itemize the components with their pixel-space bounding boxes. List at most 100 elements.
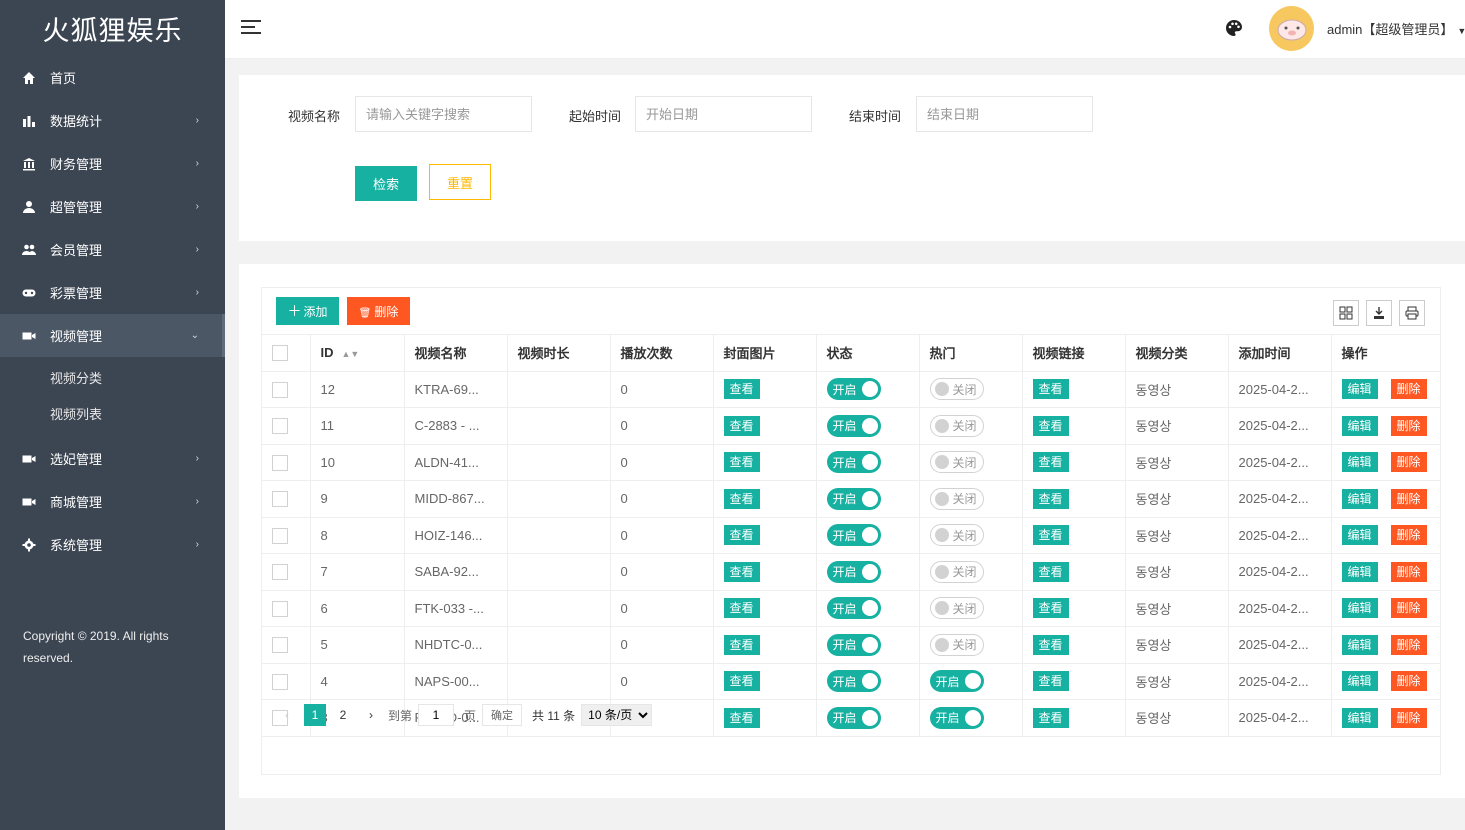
delete-button[interactable]: 删除 xyxy=(1390,671,1427,692)
status-toggle[interactable]: 开启 xyxy=(826,414,881,437)
delete-button[interactable]: 删除 xyxy=(1390,525,1427,546)
view-cover-button[interactable]: 查看 xyxy=(723,488,760,509)
menu-toggle-icon[interactable] xyxy=(241,20,261,36)
goto-page-input[interactable] xyxy=(418,704,455,726)
view-cover-button[interactable]: 查看 xyxy=(723,452,760,473)
add-button[interactable]: ＋添加 xyxy=(276,297,339,325)
view-link-button[interactable]: 查看 xyxy=(1032,415,1069,436)
row-checkbox[interactable] xyxy=(272,418,288,435)
status-toggle[interactable]: 开启 xyxy=(826,633,881,656)
sidebar-item[interactable]: 超管管理 › xyxy=(0,185,225,228)
view-link-button[interactable]: 查看 xyxy=(1032,525,1069,546)
view-link-button[interactable]: 查看 xyxy=(1032,452,1069,473)
goto-confirm-button[interactable]: 确定 xyxy=(482,704,523,726)
view-link-button[interactable]: 查看 xyxy=(1032,598,1069,619)
prev-page-button[interactable]: ‹ xyxy=(276,704,298,726)
view-cover-button[interactable]: 查看 xyxy=(723,671,760,692)
row-checkbox[interactable] xyxy=(272,454,288,471)
end-date-input[interactable] xyxy=(916,96,1093,132)
start-date-input[interactable] xyxy=(635,96,812,132)
sidebar-item[interactable]: 财务管理 › xyxy=(0,142,225,185)
edit-button[interactable]: 编辑 xyxy=(1341,525,1378,546)
row-checkbox[interactable] xyxy=(272,600,288,617)
hot-toggle[interactable]: 关闭 xyxy=(929,487,984,510)
search-button[interactable]: 检索 xyxy=(355,166,417,201)
sidebar-item[interactable]: 系统管理 › xyxy=(0,523,225,566)
view-cover-button[interactable]: 查看 xyxy=(723,415,760,436)
sidebar-item[interactable]: 选妃管理 › xyxy=(0,437,225,480)
select-all-checkbox[interactable] xyxy=(272,345,288,362)
status-toggle[interactable]: 开启 xyxy=(826,670,881,693)
page-button-2[interactable]: 2 xyxy=(332,704,354,726)
export-icon[interactable] xyxy=(1366,300,1392,326)
hot-toggle[interactable]: 关闭 xyxy=(929,560,984,583)
view-cover-button[interactable]: 查看 xyxy=(723,634,760,655)
row-checkbox[interactable] xyxy=(272,381,288,398)
batch-delete-button[interactable]: 🗑 删除 xyxy=(347,297,410,325)
edit-button[interactable]: 编辑 xyxy=(1341,452,1378,473)
view-cover-button[interactable]: 查看 xyxy=(723,379,760,400)
hot-toggle[interactable]: 关闭 xyxy=(929,451,984,474)
hot-toggle[interactable]: 关闭 xyxy=(929,414,984,437)
status-toggle[interactable]: 开启 xyxy=(826,524,881,547)
sort-icon[interactable]: ▲▼ xyxy=(342,349,360,359)
page-button-1[interactable]: 1 xyxy=(304,704,326,726)
edit-button[interactable]: 编辑 xyxy=(1341,634,1378,655)
delete-button[interactable]: 删除 xyxy=(1390,379,1427,400)
hot-toggle[interactable]: 关闭 xyxy=(929,524,984,547)
column-header[interactable]: ID ▲▼ xyxy=(310,335,405,372)
sidebar-item[interactable]: 彩票管理 › xyxy=(0,271,225,314)
edit-button[interactable]: 编辑 xyxy=(1341,561,1378,582)
view-link-button[interactable]: 查看 xyxy=(1032,561,1069,582)
avatar[interactable] xyxy=(1269,6,1314,51)
view-cover-button[interactable]: 查看 xyxy=(723,598,760,619)
user-menu[interactable]: admin【超级管理员】 ▼ xyxy=(1327,19,1465,38)
columns-filter-icon[interactable] xyxy=(1333,300,1359,326)
edit-button[interactable]: 编辑 xyxy=(1341,671,1378,692)
view-link-button[interactable]: 查看 xyxy=(1032,634,1069,655)
delete-button[interactable]: 删除 xyxy=(1390,598,1427,619)
delete-button[interactable]: 删除 xyxy=(1390,452,1427,473)
view-link-button[interactable]: 查看 xyxy=(1032,671,1069,692)
sidebar-item[interactable]: 数据统计 › xyxy=(0,99,225,142)
row-checkbox[interactable] xyxy=(272,491,288,508)
sidebar-item[interactable]: 视频管理 ⌄ xyxy=(0,314,225,357)
row-checkbox[interactable] xyxy=(272,527,288,544)
sidebar-item[interactable]: 商城管理 › xyxy=(0,480,225,523)
reset-button[interactable]: 重置 xyxy=(429,164,491,200)
status-toggle[interactable]: 开启 xyxy=(826,487,881,510)
theme-palette-icon[interactable] xyxy=(1225,19,1243,37)
sidebar-item[interactable]: 首页 xyxy=(0,56,225,99)
view-link-button[interactable]: 查看 xyxy=(1032,488,1069,509)
view-link-button[interactable]: 查看 xyxy=(1032,379,1069,400)
view-cover-button[interactable]: 查看 xyxy=(723,561,760,582)
next-page-button[interactable]: › xyxy=(360,704,382,726)
delete-button[interactable]: 删除 xyxy=(1390,634,1427,655)
row-checkbox[interactable] xyxy=(272,564,288,581)
hot-toggle[interactable]: 关闭 xyxy=(929,597,984,620)
hot-toggle[interactable]: 关闭 xyxy=(929,633,984,656)
video-name-input[interactable] xyxy=(355,96,532,132)
edit-button[interactable]: 编辑 xyxy=(1341,598,1378,619)
app-logo[interactable]: 火狐狸娱乐 xyxy=(0,0,225,56)
hot-toggle[interactable]: 关闭 xyxy=(929,378,984,401)
delete-button[interactable]: 删除 xyxy=(1390,561,1427,582)
status-toggle[interactable]: 开启 xyxy=(826,560,881,583)
edit-button[interactable]: 编辑 xyxy=(1341,488,1378,509)
delete-button[interactable]: 删除 xyxy=(1390,415,1427,436)
status-toggle[interactable]: 开启 xyxy=(826,597,881,620)
hot-toggle[interactable]: 开启 xyxy=(929,670,984,693)
submenu-item[interactable]: 视频分类 xyxy=(0,361,225,397)
row-checkbox[interactable] xyxy=(272,673,288,690)
row-checkbox[interactable] xyxy=(272,637,288,654)
edit-button[interactable]: 编辑 xyxy=(1341,415,1378,436)
sidebar-item[interactable]: 会员管理 › xyxy=(0,228,225,271)
status-toggle[interactable]: 开启 xyxy=(826,451,881,474)
edit-button[interactable]: 编辑 xyxy=(1341,379,1378,400)
print-icon[interactable] xyxy=(1399,300,1425,326)
delete-button[interactable]: 删除 xyxy=(1390,488,1427,509)
page-size-select[interactable]: 10 条/页 xyxy=(581,704,653,726)
submenu-item[interactable]: 视频列表 xyxy=(0,397,225,433)
status-toggle[interactable]: 开启 xyxy=(826,378,881,401)
view-cover-button[interactable]: 查看 xyxy=(723,525,760,546)
